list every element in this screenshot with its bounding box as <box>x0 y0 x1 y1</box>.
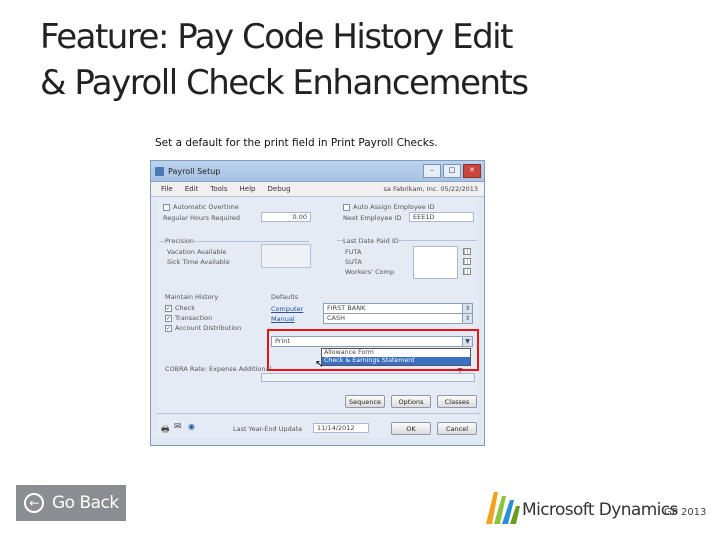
footer-divider <box>157 413 480 414</box>
sequence-button[interactable]: Sequence <box>345 395 385 408</box>
regular-hours-label: Regular Hours Required <box>163 214 241 222</box>
menu-debug[interactable]: Debug <box>268 185 291 193</box>
menu-file[interactable]: File <box>161 185 173 193</box>
suta-label: SUTA <box>345 258 362 266</box>
logo-name: Microsoft Dynamics <box>522 500 678 520</box>
vacation-label: Vacation Available <box>167 248 227 256</box>
arrow-left-icon: ← <box>24 493 44 513</box>
scroll-arrows-icon: ⇕ <box>462 304 472 313</box>
app-icon <box>155 166 164 176</box>
classes-button[interactable]: Classes <box>437 395 477 408</box>
workers-comp-label: Workers' Comp <box>345 268 395 276</box>
futa-lookup-icon[interactable] <box>463 248 471 255</box>
title-line-2: & Payroll Check Enhancements <box>40 63 529 103</box>
last-update-field[interactable]: 11/14/2012 <box>313 423 369 433</box>
next-employee-id-field[interactable]: EEE1D <box>409 212 474 222</box>
microsoft-dynamics-logo: Microsoft Dynamics GP 2013 <box>484 486 714 526</box>
cobra-label: COBRA Rate: Expense Additional <box>165 365 272 373</box>
history-account-label: Account Distribution <box>175 324 242 332</box>
payroll-setup-window: Payroll Setup – □ ✕ File Edit Tools Help… <box>150 160 485 446</box>
auto-overtime-checkbox[interactable] <box>163 204 170 211</box>
sick-label: Sick Time Available <box>167 258 230 266</box>
window-title: Payroll Setup <box>168 166 221 176</box>
default-manual-field[interactable]: CASH ⇕ <box>323 313 473 324</box>
maximize-button[interactable]: □ <box>443 164 461 178</box>
history-account-checkbox[interactable]: ✓ <box>165 325 172 332</box>
regular-hours-field[interactable]: 0.00 <box>261 212 311 222</box>
slide-title: Feature: Pay Code History Edit & Payroll… <box>40 14 700 106</box>
maintain-history-heading: Maintain History <box>165 293 219 301</box>
precision-fields <box>261 244 311 268</box>
history-check-label: Check <box>175 304 195 312</box>
menu-help[interactable]: Help <box>240 185 256 193</box>
highlight-box <box>267 329 479 371</box>
ok-button[interactable]: OK <box>391 422 431 435</box>
auto-employee-id-checkbox[interactable] <box>343 204 350 211</box>
slide-caption: Set a default for the print field in Pri… <box>155 137 438 149</box>
note-icon[interactable]: ✉ <box>174 422 182 432</box>
minimize-button[interactable]: – <box>423 164 441 178</box>
tax-fields-box <box>413 246 458 279</box>
cobra-field[interactable] <box>261 373 475 382</box>
defaults-heading: Defaults <box>271 293 299 301</box>
help-icon[interactable]: ◉ <box>188 422 195 431</box>
default-manual-link[interactable]: Manual <box>271 315 295 323</box>
go-back-label: Go Back <box>52 493 119 513</box>
company-info: sa Fabrikam, Inc. 05/22/2013 <box>383 185 478 193</box>
history-transaction-label: Transaction <box>175 314 213 322</box>
options-button[interactable]: Options <box>391 395 431 408</box>
next-employee-id-label: Next Employee ID <box>343 214 402 222</box>
workers-comp-lookup-icon[interactable] <box>463 268 471 275</box>
close-button[interactable]: ✕ <box>463 164 481 178</box>
tax-group-label: Last Date Paid ID <box>343 237 399 245</box>
scroll-arrows-icon: ⇕ <box>462 314 472 323</box>
menu-edit[interactable]: Edit <box>185 185 199 193</box>
precision-label: Precision <box>165 237 195 245</box>
cancel-button[interactable]: Cancel <box>437 422 477 435</box>
mouse-cursor-icon: ↖ <box>315 359 324 370</box>
window-body: Automatic Overtime Regular Hours Require… <box>157 197 480 438</box>
last-update-label: Last Year-End Update <box>233 425 303 433</box>
history-transaction-checkbox[interactable]: ✓ <box>165 315 172 322</box>
menu-tools[interactable]: Tools <box>210 185 227 193</box>
history-check-checkbox[interactable]: ✓ <box>165 305 172 312</box>
window-titlebar: Payroll Setup – □ ✕ <box>151 161 484 182</box>
printer-icon[interactable]: 🖶 <box>161 422 170 438</box>
futa-label: FUTA <box>345 248 362 256</box>
auto-overtime-label: Automatic Overtime <box>173 203 239 211</box>
suta-lookup-icon[interactable] <box>463 258 471 265</box>
dynamics-logo-icon <box>486 492 520 524</box>
go-back-button[interactable]: ← Go Back <box>16 485 126 521</box>
auto-employee-id-label: Auto Assign Employee ID <box>353 203 435 211</box>
logo-version: GP 2013 <box>664 507 707 518</box>
title-line-1: Feature: Pay Code History Edit <box>40 17 513 57</box>
default-computer-link[interactable]: Computer <box>271 305 303 313</box>
menu-bar: File Edit Tools Help Debug sa Fabrikam, … <box>151 182 484 197</box>
